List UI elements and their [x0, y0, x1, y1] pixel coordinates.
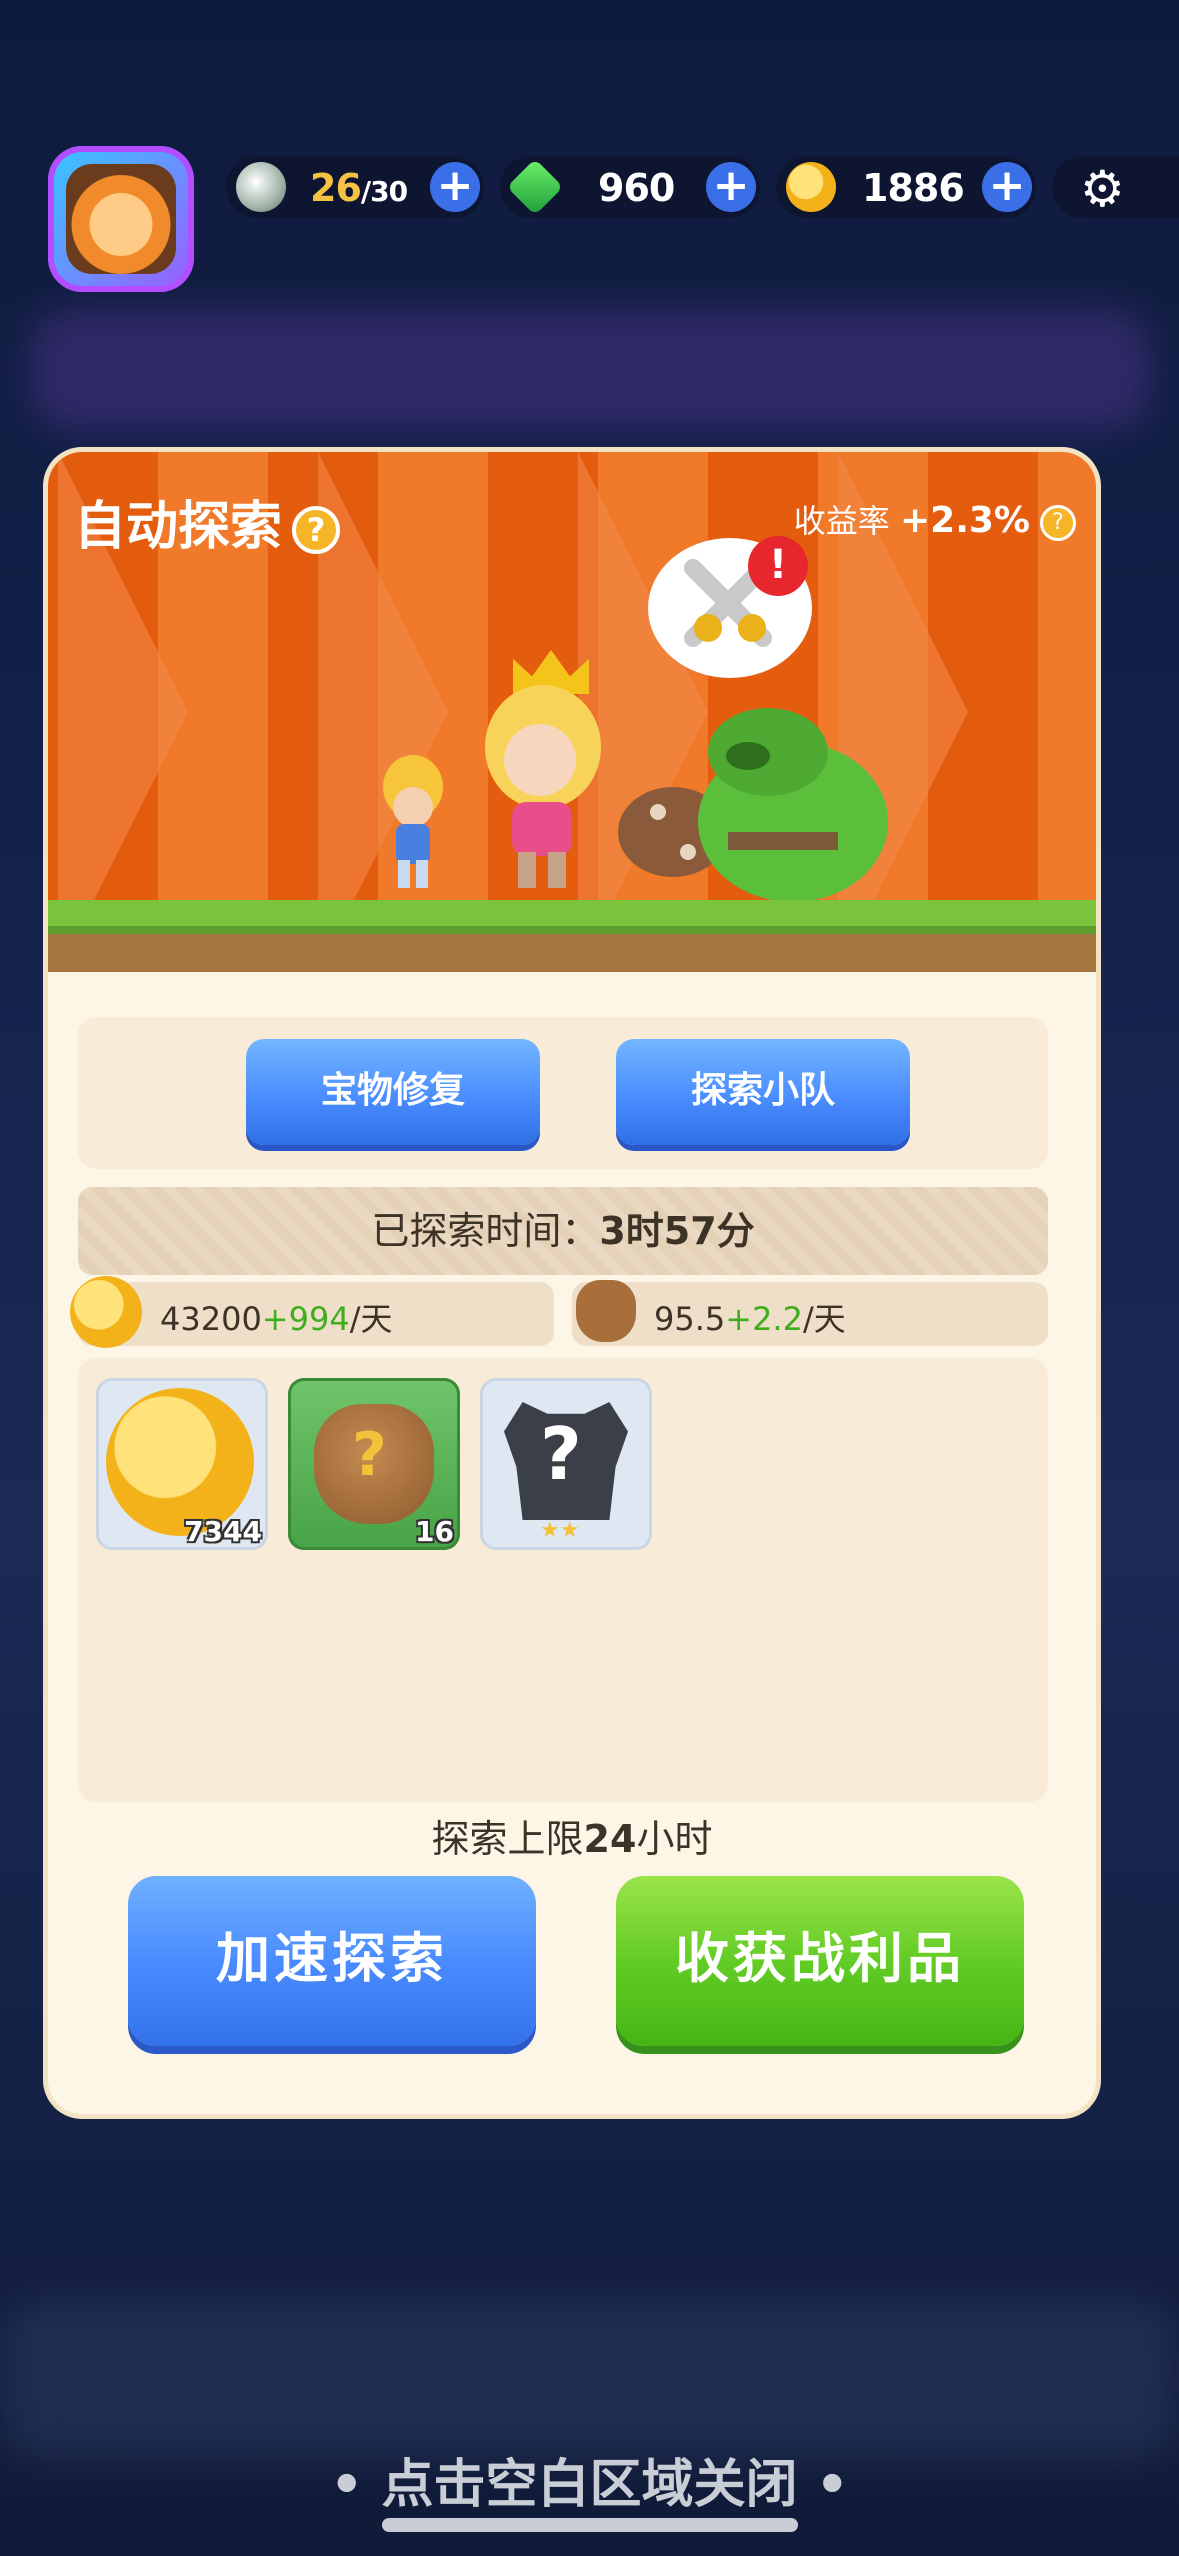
rewards-grid: 7344 ? 16 ? ★★ [78, 1358, 1048, 1802]
collect-loot-button[interactable]: 收获战利品 [616, 1876, 1024, 2046]
explored-time-label: 已探索时间： [371, 1209, 600, 1253]
coin-rate-bonus: +994 [261, 1300, 350, 1338]
gems-value: 960 [598, 166, 675, 210]
auto-explore-panel: 自动探索? 收益率 +2.3%? ! 宝物修复 探索小队 已探索时间：3时57分… [48, 452, 1096, 2114]
emerald-icon [506, 158, 564, 216]
treasure-bag-icon [576, 1280, 636, 1342]
treasure-repair-button[interactable]: 宝物修复 [246, 1039, 540, 1145]
crown-coin-icon [106, 1388, 254, 1536]
panel-title-text: 自动探索 [74, 497, 283, 557]
small-hero-character [383, 755, 443, 888]
energy-resource: 26/30 + [226, 156, 484, 218]
question-mark-icon: ? [352, 1420, 387, 1490]
coin-rate-text: 43200+994/天 [160, 1294, 392, 1340]
explore-limit: 探索上限24小时 [48, 1808, 1096, 1863]
yield-help-icon[interactable]: ? [1040, 505, 1076, 541]
energy-value: 26 [310, 166, 362, 210]
bag-rate-text: 95.5+2.2/天 [654, 1294, 846, 1340]
yield-rate: 收益率 +2.3%? [794, 496, 1076, 542]
avatar-face [66, 164, 176, 274]
background-blur [0, 2300, 1179, 2460]
frog-boss-character [618, 708, 888, 902]
star-rating: ★★ [540, 1518, 580, 1543]
reward-slot-coin[interactable]: 7344 [96, 1378, 268, 1550]
bag-rate-base: 95.5 [654, 1300, 726, 1338]
coins-value: 1886 [862, 166, 965, 210]
add-energy-button[interactable]: + [430, 162, 480, 212]
leader-hero-character [485, 685, 601, 888]
add-coins-button[interactable]: + [982, 162, 1032, 212]
explored-time-value: 3时57分 [599, 1209, 755, 1253]
energy-max: /30 [360, 175, 408, 208]
panel-title: 自动探索? [74, 484, 341, 559]
alert-badge-icon: ! [748, 536, 808, 596]
gear-icon: ⚙ [1080, 160, 1125, 218]
explore-limit-suffix: 小时 [636, 1817, 713, 1861]
bag-rate-bonus: +2.2 [725, 1300, 803, 1338]
reward-count: 16 [415, 1515, 454, 1548]
reward-slot-mystery-bag[interactable]: ? 16 [288, 1378, 460, 1550]
coin-icon [70, 1276, 142, 1348]
close-hint[interactable]: • 点击空白区域关闭 • [0, 2442, 1179, 2517]
home-indicator[interactable] [382, 2518, 798, 2532]
coin-rate-unit: /天 [349, 1300, 393, 1338]
coin-icon [786, 162, 836, 212]
accelerate-explore-button[interactable]: 加速探索 [128, 1876, 536, 2046]
background-blur [30, 310, 1150, 430]
explore-scene: 自动探索? 收益率 +2.3%? ! [48, 452, 1096, 972]
explore-team-button[interactable]: 探索小队 [616, 1039, 910, 1145]
settings-button[interactable]: ⚙ [1052, 156, 1179, 218]
player-avatar[interactable] [48, 146, 194, 292]
coin-rate-base: 43200 [160, 1300, 262, 1338]
reward-count: 7344 [184, 1515, 262, 1548]
add-gems-button[interactable]: + [706, 162, 756, 212]
explore-limit-value: 24 [583, 1817, 637, 1861]
gems-resource: 960 + [500, 156, 760, 218]
bag-rate-row: 95.5+2.2/天 [572, 1280, 1048, 1346]
reward-slot-mystery-armor[interactable]: ? ★★ [480, 1378, 652, 1550]
help-icon[interactable]: ? [292, 506, 341, 554]
coin-rate-row: 43200+994/天 [70, 1276, 554, 1348]
gem-icon [236, 162, 286, 212]
yield-rate-value: +2.3% [899, 500, 1030, 541]
explored-time: 已探索时间：3时57分 [78, 1187, 1048, 1275]
yield-rate-label: 收益率 [793, 502, 890, 540]
question-mark-icon: ? [540, 1412, 582, 1496]
bag-rate-unit: /天 [802, 1300, 846, 1338]
explore-limit-prefix: 探索上限 [431, 1817, 584, 1861]
grass-ground [48, 900, 1096, 972]
action-button-group: 宝物修复 探索小队 [78, 1017, 1048, 1169]
coins-resource: 1886 + [776, 156, 1036, 218]
